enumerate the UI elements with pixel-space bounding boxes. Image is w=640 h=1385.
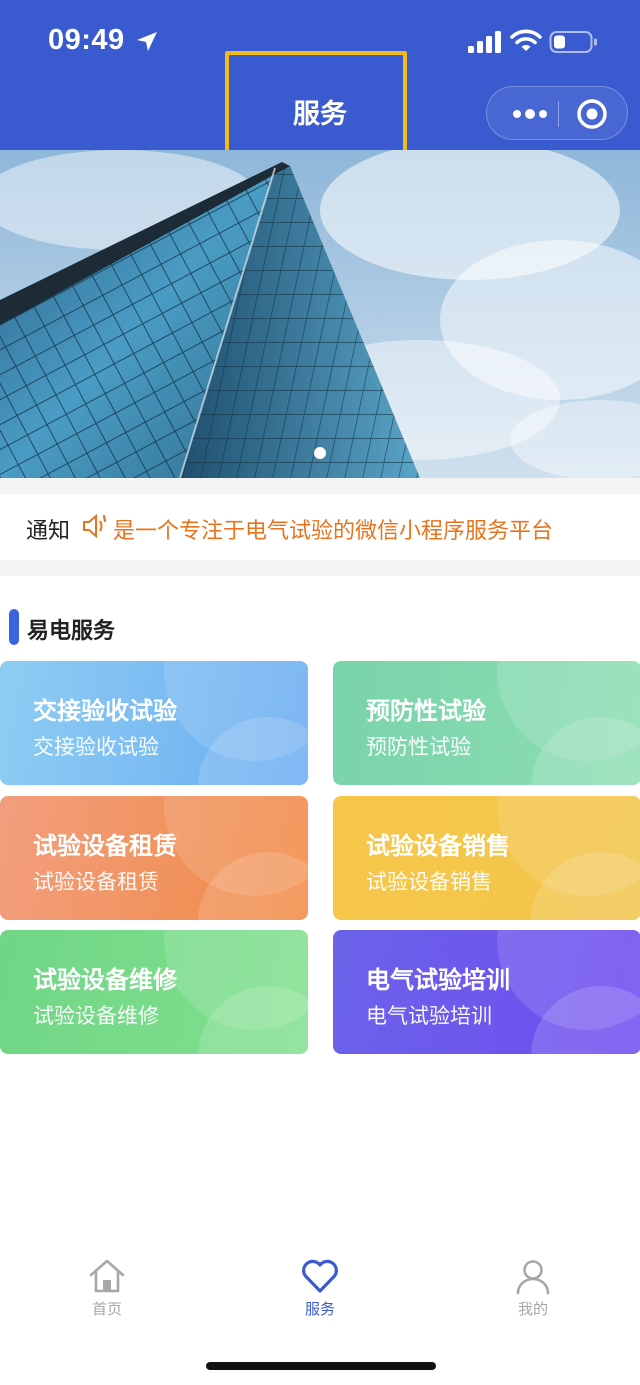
miniprogram-capsule <box>486 86 628 140</box>
service-card-acceptance-test[interactable]: 交接验收试验 交接验收试验 <box>0 661 308 785</box>
notice-bar[interactable]: 通知 是一个专注于电气试验的微信小程序服务平台 <box>0 494 640 560</box>
card-title: 预防性试验 <box>366 697 486 725</box>
banner-carousel[interactable] <box>0 150 640 478</box>
carousel-indicator-dot[interactable] <box>314 447 326 459</box>
card-title: 试验设备维修 <box>33 966 177 994</box>
card-title: 交接验收试验 <box>33 697 177 725</box>
card-subtitle: 试验设备租赁 <box>33 870 159 894</box>
wifi-icon <box>510 29 542 51</box>
battery-icon <box>549 31 597 53</box>
service-card-electrical-training[interactable]: 电气试验培训 电气试验培训 <box>333 930 640 1054</box>
bottom-tab-bar: 首页 服务 我的 <box>0 1250 640 1340</box>
card-subtitle: 电气试验培训 <box>366 1004 492 1028</box>
card-subtitle: 预防性试验 <box>366 735 471 759</box>
status-time: 09:49 <box>48 24 125 56</box>
cellular-signal-icon <box>468 31 501 53</box>
card-title: 电气试验培训 <box>366 966 510 994</box>
service-card-preventive-test[interactable]: 预防性试验 预防性试验 <box>333 661 640 785</box>
tab-mine[interactable]: 我的 <box>473 1250 593 1330</box>
home-icon <box>89 1259 125 1293</box>
card-title: 试验设备租赁 <box>33 832 177 860</box>
banner-image <box>0 150 640 478</box>
title-highlight-box <box>225 51 407 161</box>
speaker-icon <box>83 513 107 539</box>
card-subtitle: 试验设备销售 <box>366 870 492 894</box>
tab-service-label: 服务 <box>304 1300 335 1318</box>
service-card-equipment-repair[interactable]: 试验设备维修 试验设备维修 <box>0 930 308 1054</box>
section-title: 易电服务 <box>27 619 116 644</box>
card-title: 试验设备销售 <box>366 832 510 860</box>
close-target-icon[interactable] <box>575 97 609 131</box>
notice-text: 是一个专注于电气试验的微信小程序服务平台 <box>113 519 554 544</box>
user-icon <box>516 1260 550 1295</box>
divider <box>0 478 640 494</box>
tab-mine-label: 我的 <box>517 1300 548 1318</box>
tab-home-label: 首页 <box>91 1300 122 1318</box>
more-icon[interactable] <box>505 87 555 141</box>
section-accent-bar <box>9 609 19 645</box>
header-bar: 09:49 服务 <box>0 0 640 161</box>
location-arrow-icon <box>137 32 157 51</box>
divider <box>0 560 640 576</box>
tab-service[interactable]: 服务 <box>260 1250 380 1330</box>
notice-label: 通知 <box>26 519 71 544</box>
card-subtitle: 试验设备维修 <box>33 1004 159 1028</box>
card-subtitle: 交接验收试验 <box>33 735 159 759</box>
home-indicator[interactable] <box>206 1362 436 1370</box>
tab-home[interactable]: 首页 <box>47 1250 167 1330</box>
service-card-equipment-rental[interactable]: 试验设备租赁 试验设备租赁 <box>0 796 308 920</box>
capsule-divider <box>558 101 559 127</box>
heart-icon <box>302 1259 338 1293</box>
service-card-equipment-sales[interactable]: 试验设备销售 试验设备销售 <box>333 796 640 920</box>
